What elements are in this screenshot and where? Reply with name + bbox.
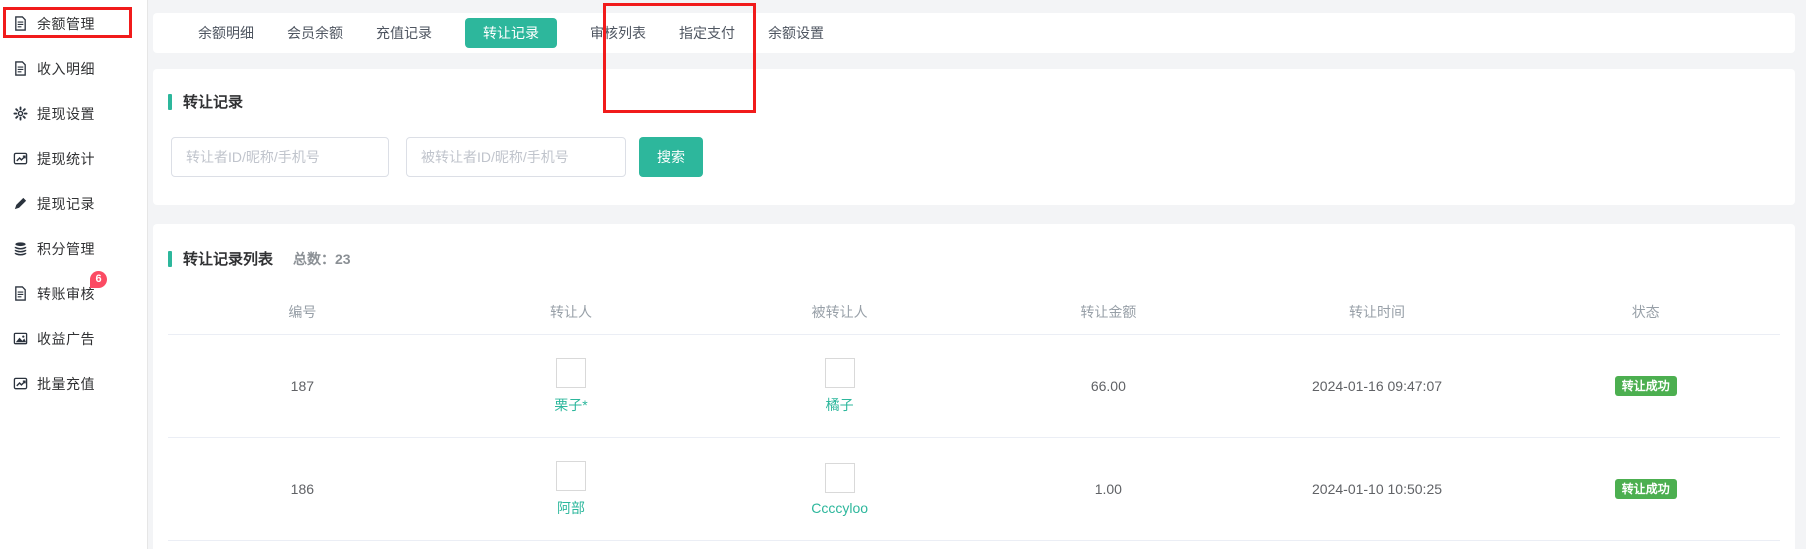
table-header-row: 编号 转让人 被转让人 转让金额 转让时间 状态 (168, 290, 1780, 335)
cell-from: 栗子* (437, 358, 706, 415)
gear-icon (12, 106, 28, 122)
tab-balance-detail[interactable]: 余额明细 (198, 13, 254, 53)
sidebar-item-label: 提现设置 (37, 104, 95, 124)
chart-icon (12, 376, 28, 392)
sidebar-item-label: 积分管理 (37, 239, 95, 259)
transferor-name-link[interactable]: 阿部 (557, 498, 585, 518)
transferor-search-input[interactable] (171, 137, 389, 177)
cell-amount: 1.00 (974, 481, 1243, 497)
cell-time: 2024-01-10 10:50:25 (1243, 481, 1512, 497)
cell-from: 阿部 (437, 461, 706, 518)
title-accent-bar (168, 251, 172, 267)
column-header-status: 状态 (1511, 302, 1780, 322)
sidebar-item-withdraw-settings[interactable]: 提现设置 (0, 91, 147, 136)
transferee-avatar[interactable] (825, 463, 855, 493)
column-header-to: 被转让人 (705, 302, 974, 322)
cell-to: 橘子 (705, 358, 974, 415)
sidebar-item-label: 转账审核 (37, 284, 95, 304)
cell-id: 187 (168, 378, 437, 394)
database-icon (12, 241, 28, 257)
sidebar-item-withdraw-records[interactable]: 提现记录 (0, 181, 147, 226)
sidebar-item-income-detail[interactable]: 收入明细 (0, 46, 147, 91)
chart-icon (12, 151, 28, 167)
notification-badge: 6 (90, 271, 107, 288)
sidebar-item-points-manage[interactable]: 积分管理 (0, 226, 147, 271)
sidebar-item-transfer-audit[interactable]: 转账审核 6 (0, 271, 147, 316)
sidebar-item-withdraw-stats[interactable]: 提现统计 (0, 136, 147, 181)
sidebar-item-label: 收入明细 (37, 59, 95, 79)
transferor-name-link[interactable]: 栗子* (554, 395, 587, 415)
cell-status: 转让成功 (1511, 479, 1780, 499)
transferee-search-input[interactable] (406, 137, 626, 177)
total-value: 23 (335, 251, 351, 267)
search-section-title: 转让记录 (183, 91, 243, 112)
column-header-amount: 转让金额 (974, 302, 1243, 322)
sidebar-item-revenue-ads[interactable]: 收益广告 (0, 316, 147, 361)
cell-status: 转让成功 (1511, 376, 1780, 396)
status-badge: 转让成功 (1615, 479, 1677, 499)
sidebar-item-balance-manage[interactable]: 余额管理 (0, 1, 147, 46)
sidebar-item-label: 余额管理 (37, 14, 95, 34)
status-badge: 转让成功 (1615, 376, 1677, 396)
table-row: 186 阿部 Ccccyloo 1.00 2024-01-10 10:50:25… (168, 438, 1780, 541)
sidebar-item-label: 提现统计 (37, 149, 95, 169)
total-label: 总数： (293, 251, 335, 267)
tab-balance-settings[interactable]: 余额设置 (768, 13, 824, 53)
transferee-avatar[interactable] (825, 358, 855, 388)
tab-recharge-records[interactable]: 充值记录 (376, 13, 432, 53)
cell-time: 2024-01-16 09:47:07 (1243, 378, 1512, 394)
sidebar-item-label: 收益广告 (37, 329, 95, 349)
pen-icon (12, 196, 28, 212)
sidebar-item-label: 批量充值 (37, 374, 95, 394)
section-title: 转让记录 (168, 91, 243, 112)
list-section-title: 转让记录列表 (183, 248, 273, 269)
document-icon (12, 16, 28, 32)
transfer-list-panel: 转让记录列表 总数：23 编号 转让人 被转让人 转让金额 转让时间 状态 18… (153, 224, 1795, 549)
cell-id: 186 (168, 481, 437, 497)
main-content: 余额明细 会员余额 充值记录 转让记录 审核列表 指定支付 余额设置 转让记录 … (149, 0, 1806, 549)
tab-member-balance[interactable]: 会员余额 (287, 13, 343, 53)
search-panel: 转让记录 搜索 (153, 69, 1795, 205)
section-title: 转让记录列表 总数：23 (168, 248, 351, 269)
column-header-id: 编号 (168, 302, 437, 322)
tab-assigned-payment[interactable]: 指定支付 (679, 13, 735, 53)
image-icon (12, 331, 28, 347)
column-header-from: 转让人 (437, 302, 706, 322)
cell-amount: 66.00 (974, 378, 1243, 394)
search-button[interactable]: 搜索 (639, 137, 703, 177)
transferee-name-link[interactable]: 橘子 (826, 395, 854, 415)
tab-transfer-records[interactable]: 转让记录 (465, 18, 557, 48)
document-icon (12, 286, 28, 302)
title-accent-bar (168, 94, 172, 110)
sidebar-item-batch-recharge[interactable]: 批量充值 (0, 361, 147, 406)
document-icon (12, 61, 28, 77)
sidebar-item-label: 提现记录 (37, 194, 95, 214)
sidebar: 余额管理 收入明细 提现设置 提现统计 提现记录 积分管理 转账 (0, 0, 148, 549)
tab-bar: 余额明细 会员余额 充值记录 转让记录 审核列表 指定支付 余额设置 (153, 13, 1795, 53)
cell-to: Ccccyloo (705, 463, 974, 516)
table-row: 187 栗子* 橘子 66.00 2024-01-16 09:47:07 转让成… (168, 335, 1780, 438)
transferee-name-link[interactable]: Ccccyloo (811, 500, 868, 516)
transfer-table: 编号 转让人 被转让人 转让金额 转让时间 状态 187 栗子* (168, 290, 1780, 541)
tab-audit-list[interactable]: 审核列表 (590, 13, 646, 53)
total-count: 总数：23 (293, 249, 351, 269)
transferor-avatar[interactable] (556, 358, 586, 388)
column-header-time: 转让时间 (1243, 302, 1512, 322)
transferor-avatar[interactable] (556, 461, 586, 491)
